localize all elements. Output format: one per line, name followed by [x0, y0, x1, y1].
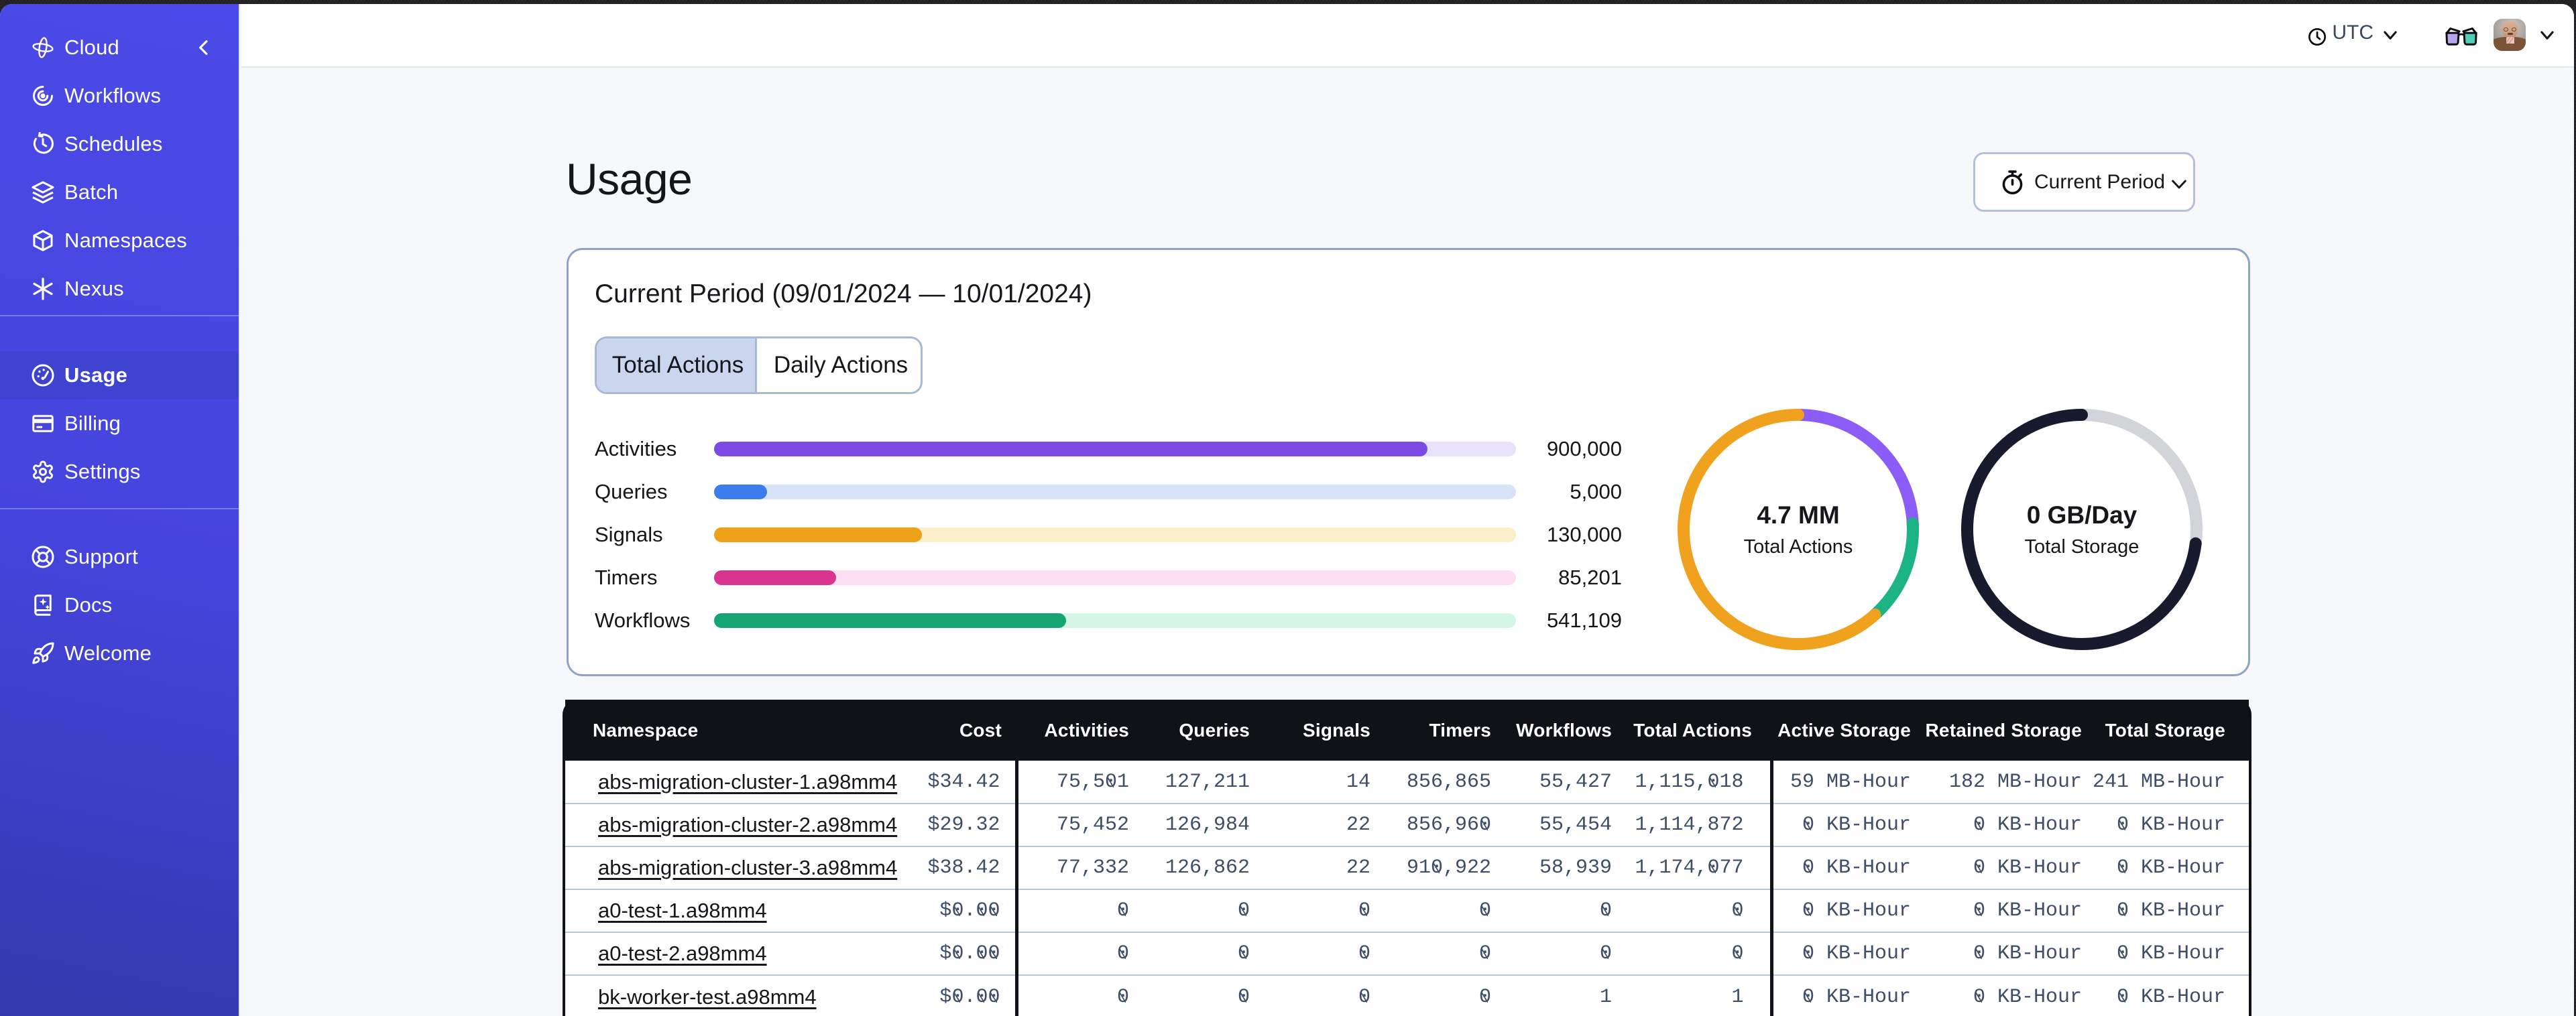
svg-text:0 GB/Day: 0 GB/Day — [2027, 501, 2138, 529]
svg-text:Total Actions: Total Actions — [1744, 536, 1853, 558]
svg-text:Total Storage: Total Storage — [2025, 536, 2140, 558]
svg-text:4.7 MM: 4.7 MM — [1757, 501, 1839, 529]
